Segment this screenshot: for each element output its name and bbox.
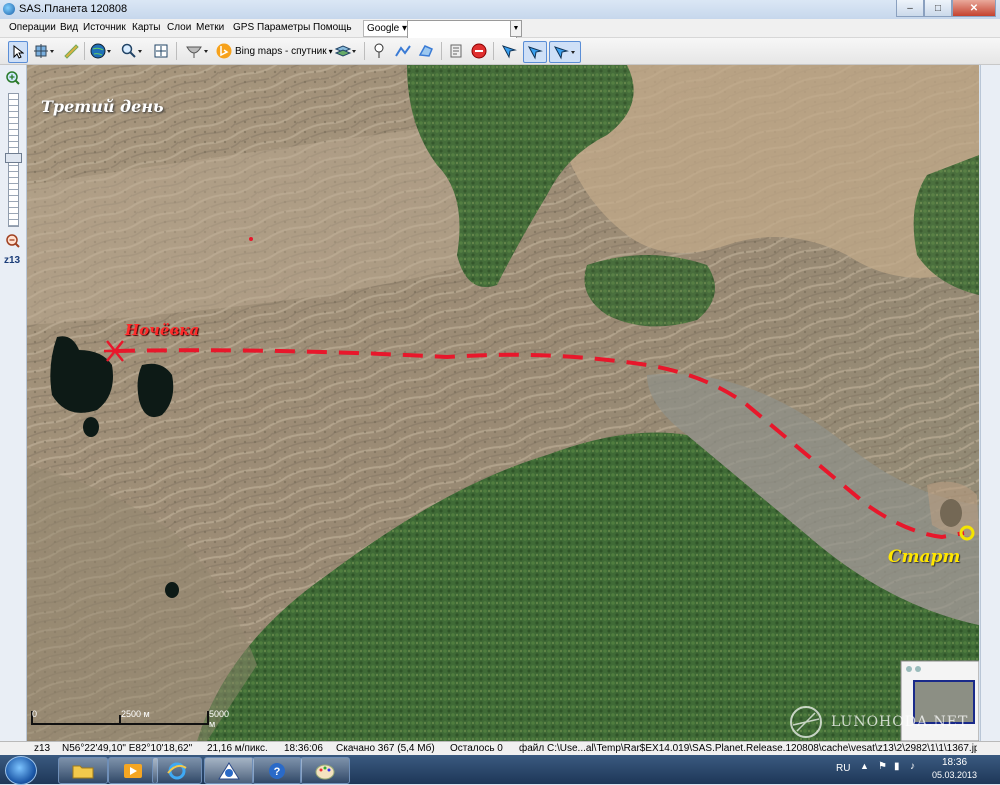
stop-icon[interactable] — [470, 41, 488, 61]
camp-label: Ночёвка — [125, 321, 200, 339]
fullscreen-icon[interactable] — [151, 41, 171, 61]
zoom-slider-thumb[interactable] — [5, 153, 22, 163]
svg-text:?: ? — [274, 766, 281, 778]
menu-view[interactable]: Вид — [60, 22, 78, 33]
scale-mid: 2500 м — [121, 709, 150, 719]
minimize-button[interactable]: – — [896, 0, 924, 17]
path-icon[interactable] — [393, 41, 413, 61]
status-file: файл C:\Use...al\Temp\Rar$EX14.019\SAS.P… — [519, 743, 977, 754]
search-provider-label: Google — [367, 23, 400, 34]
taskbar: ? RU ▲ ⚑ ▮ ♪ 18:36 05.03.2013 — [0, 755, 1000, 785]
close-button[interactable]: ✕ — [952, 0, 996, 17]
toolbar: Bing maps - спутник ▾ — [0, 38, 1000, 65]
menu-maps[interactable]: Карты — [132, 22, 161, 33]
gps-arrow-icon[interactable] — [499, 41, 519, 61]
layers-icon[interactable] — [333, 41, 359, 61]
media-player-icon[interactable] — [108, 757, 158, 784]
status-zoom: z13 — [34, 743, 51, 754]
lake-small — [83, 417, 99, 437]
map-source-label: Bing maps - спутник — [235, 45, 327, 57]
explorer-icon[interactable] — [58, 757, 108, 784]
zoom-panel: z13 — [0, 65, 27, 741]
gps-track-icon[interactable] — [523, 41, 547, 63]
status-remaining: Осталось 0 — [450, 743, 503, 754]
menu-parameters[interactable]: Параметры — [257, 22, 310, 33]
status-resolution: 21,16 м/пикс. — [207, 743, 268, 754]
start-button[interactable] — [5, 756, 37, 785]
lake-pond — [165, 582, 179, 598]
ruler-icon[interactable] — [62, 41, 80, 61]
maximize-button[interactable]: □ — [924, 0, 952, 17]
paint-icon[interactable] — [300, 757, 350, 784]
scale-zero: 0 — [32, 709, 38, 719]
search-input[interactable] — [407, 20, 517, 39]
scale-bar: 0 2500 м 5000 м — [31, 705, 229, 735]
watermark: LUNOHODA.NET — [785, 705, 975, 739]
sas-planet-task-icon[interactable] — [204, 757, 254, 784]
day-label: Третий день — [41, 97, 164, 116]
marks-icon[interactable] — [446, 41, 466, 61]
tray-expand-icon[interactable]: ▲ — [860, 761, 869, 771]
network-icon[interactable]: ▮ — [894, 761, 900, 772]
status-coords: N56°22'49,10" E82°10'18,62" — [62, 743, 193, 754]
flag-icon[interactable]: ⚑ — [878, 761, 887, 772]
polygon-icon[interactable] — [416, 41, 436, 61]
search-provider-select[interactable]: Google ▾ — [363, 20, 410, 37]
magnifier-icon[interactable] — [119, 41, 147, 61]
menu-gps[interactable]: GPS — [233, 22, 254, 33]
help-icon[interactable]: ? — [252, 757, 302, 784]
watermark-text: LUNOHODA.NET — [831, 714, 969, 730]
menu-source[interactable]: Источник — [83, 22, 126, 33]
satellite-icon[interactable] — [31, 41, 59, 61]
map-source-select[interactable]: Bing maps - спутник ▾ — [235, 41, 333, 61]
menu-help[interactable]: Помощь — [313, 22, 352, 33]
search-dropdown-button[interactable]: ▼ — [510, 20, 522, 37]
status-time: 18:36:06 — [284, 743, 323, 754]
system-tray: RU ▲ ⚑ ▮ ♪ 18:36 05.03.2013 — [830, 755, 1000, 784]
gps-center-icon[interactable] — [549, 41, 581, 63]
zoom-level-label: z13 — [4, 255, 21, 266]
status-bar: z13 N56°22'49,10" E82°10'18,62" 21,16 м/… — [0, 741, 1000, 756]
right-scrollbar[interactable] — [980, 65, 1000, 741]
satellite-map — [27, 65, 979, 741]
menu-marks[interactable]: Метки — [196, 22, 224, 33]
menu-layers[interactable]: Слои — [167, 22, 191, 33]
window-title: SAS.Планета 120808 — [19, 3, 128, 15]
internet-explorer-icon[interactable] — [152, 757, 202, 784]
clock-time[interactable]: 18:36 — [942, 757, 967, 768]
scale-end: 5000 м — [209, 709, 230, 729]
language-indicator[interactable]: RU — [836, 763, 850, 774]
start-label: Старт — [888, 547, 961, 567]
app-icon — [3, 3, 15, 15]
status-downloaded: Скачано 367 (5,4 Мб) — [336, 743, 435, 754]
placemark-icon[interactable] — [370, 41, 388, 61]
watermark-logo-icon — [790, 706, 822, 738]
bing-icon[interactable] — [216, 41, 232, 61]
map-view[interactable]: Третий день Ночёвка Старт 0 2500 м 5000 … — [27, 65, 979, 741]
title-bar: SAS.Планета 120808 – □ ✕ — [0, 0, 1000, 20]
zoom-out-icon[interactable] — [5, 233, 21, 252]
globe-icon[interactable] — [88, 41, 116, 61]
zoom-in-icon[interactable] — [5, 70, 21, 89]
clock-date[interactable]: 05.03.2013 — [932, 770, 977, 780]
menu-operations[interactable]: Операции — [9, 22, 56, 33]
cursor-icon[interactable] — [8, 41, 28, 63]
gps-dish-icon[interactable] — [182, 41, 212, 61]
volume-icon[interactable]: ♪ — [910, 761, 915, 772]
